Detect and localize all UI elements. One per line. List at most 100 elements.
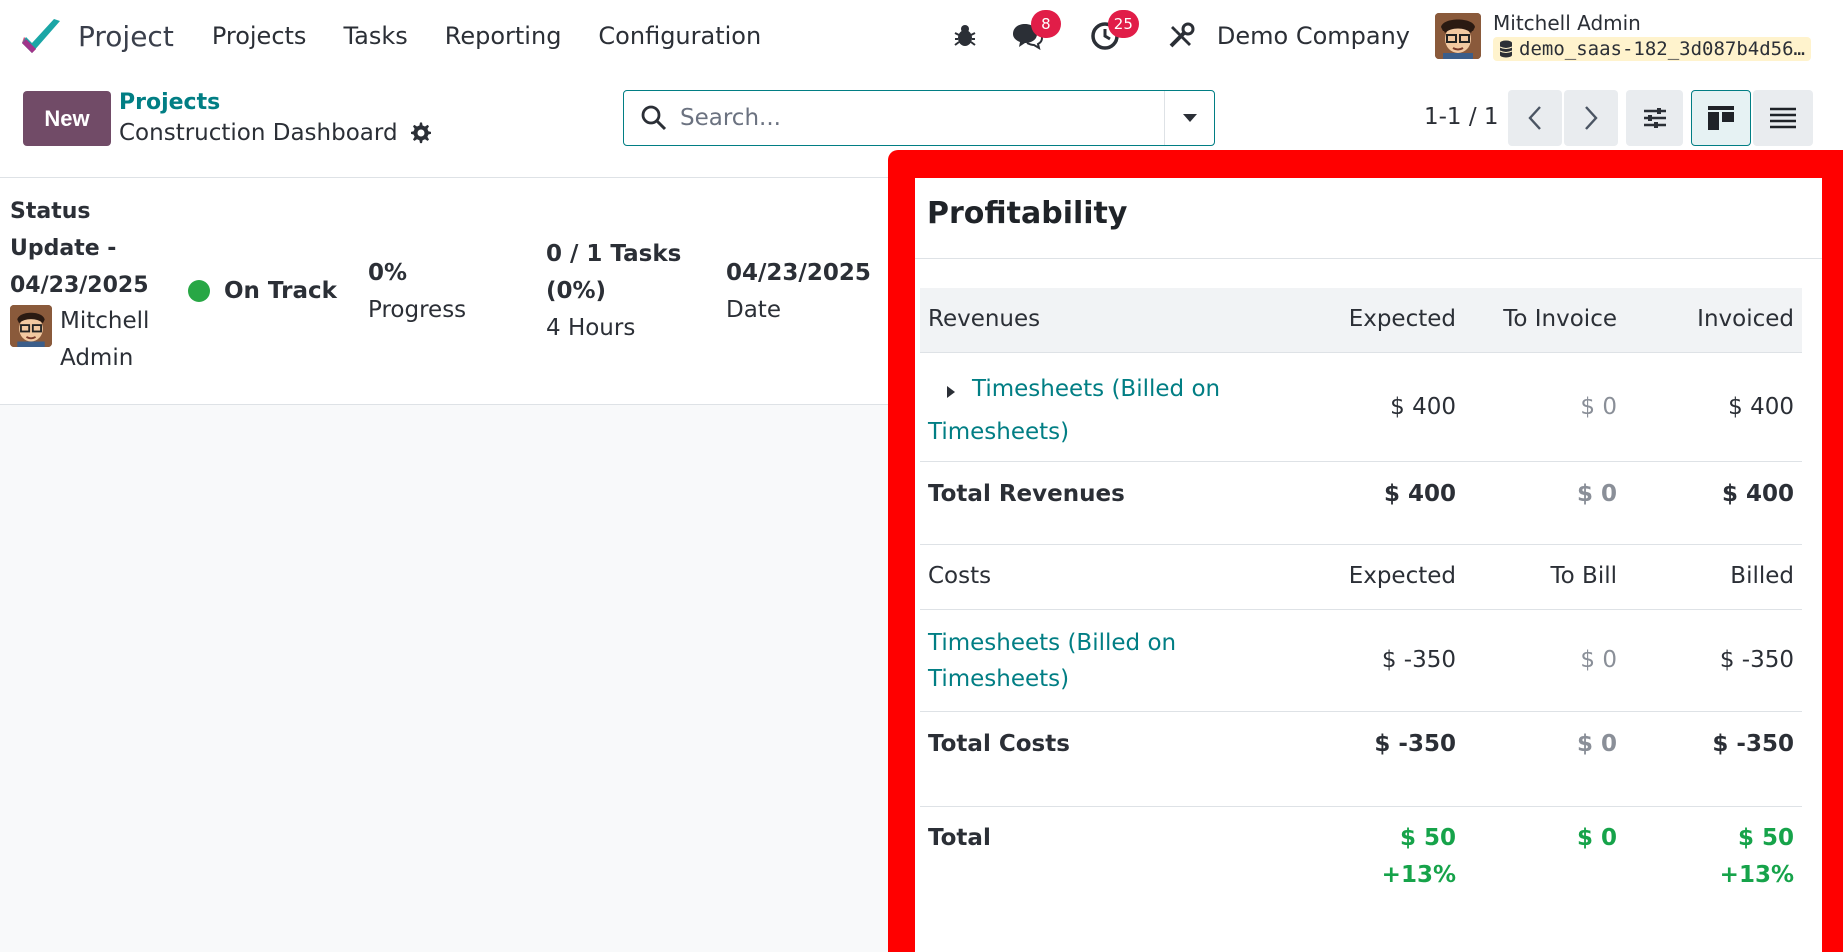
gear-icon[interactable] (410, 122, 432, 144)
revenue-to-invoice-value: $ 0 (1580, 394, 1617, 420)
grand-total-label: Total (928, 825, 991, 851)
costs-header-row: Costs Expected To Bill Billed (920, 545, 1802, 610)
grand-total-invoiced-percent: +13% (1719, 862, 1794, 888)
main-menu: Projects Tasks Reporting Configuration (212, 22, 798, 50)
total-costs-to-bill: $ 0 (1576, 731, 1617, 757)
pager-value[interactable]: 1-1 / 1 (1424, 104, 1499, 130)
progress-metric: 0% Progress (368, 255, 466, 329)
list-icon (1770, 107, 1796, 129)
sliders-icon (1643, 108, 1666, 128)
total-revenues-expected: $ 400 (1383, 481, 1456, 507)
activities-button[interactable]: 25 (1085, 10, 1139, 56)
total-costs-expected: $ -350 (1374, 731, 1456, 757)
costs-expected-header: Expected (1348, 563, 1456, 589)
date-metric: 04/23/2025 Date (726, 255, 871, 329)
company-switcher[interactable]: Demo Company (1217, 22, 1410, 50)
cost-to-bill-value: $ 0 (1580, 647, 1617, 673)
app-brand[interactable]: Project (20, 15, 174, 57)
date-label: Date (726, 297, 781, 323)
progress-label: Progress (368, 297, 467, 323)
status-update-title[interactable]: Status Update - 04/23/2025 (10, 193, 160, 304)
activities-badge: 25 (1107, 10, 1139, 38)
navbar-right: 8 25 Demo Company Mitchell Admin demo_sa… (945, 0, 1843, 72)
project-logo-icon (22, 19, 60, 53)
new-button[interactable]: New (23, 91, 111, 146)
status-badge: On Track (188, 278, 337, 304)
progress-value: 0% (368, 260, 408, 286)
cost-billed-value: $ -350 (1719, 647, 1794, 673)
view-list-button[interactable] (1753, 90, 1813, 146)
chevron-left-icon (1528, 106, 1541, 130)
costs-to-bill-header: To Bill (1550, 563, 1617, 589)
revenues-header-row: Revenues Expected To Invoice Invoiced (920, 288, 1802, 353)
search-bar (623, 90, 1215, 146)
messages-badge: 8 (1030, 10, 1061, 38)
grand-total-expected: $ 50 (1399, 825, 1456, 851)
view-kanban-button[interactable] (1691, 90, 1751, 146)
date-value: 04/23/2025 (726, 260, 871, 286)
pager-next-button[interactable] (1564, 90, 1618, 146)
author-avatar (10, 305, 52, 347)
pager-previous-button[interactable] (1508, 90, 1562, 146)
revenue-expected-value: $ 400 (1390, 394, 1456, 420)
kanban-icon (1708, 106, 1734, 130)
total-revenues-label: Total Revenues (928, 481, 1125, 507)
status-update-author: Mitchell Admin (10, 303, 160, 377)
breadcrumb-projects[interactable]: Projects (119, 90, 220, 115)
grand-total-invoiced: $ 50 (1737, 825, 1794, 851)
page-title: Construction Dashboard (119, 120, 398, 146)
revenues-to-invoice-header: To Invoice (1503, 306, 1617, 332)
total-revenues-to-invoice: $ 0 (1576, 481, 1617, 507)
revenue-invoiced-value: $ 400 (1728, 394, 1794, 420)
total-costs-row: Total Costs $ -350 $ 0 $ -350 (920, 713, 1802, 806)
tools-icon (1169, 22, 1195, 48)
project-update-summary: Status Update - 04/23/2025 Mitchell Admi… (0, 178, 888, 405)
revenues-invoiced-header: Invoiced (1697, 306, 1794, 332)
profitability-title: Profitability (927, 196, 1128, 231)
total-revenues-invoiced: $ 400 (1721, 481, 1794, 507)
grand-total-to-invoice: $ 0 (1576, 825, 1617, 851)
panel-divider (915, 258, 1822, 259)
cost-timesheets-link[interactable]: Timesheets (Billed on Timesheets) (928, 625, 1228, 697)
menu-configuration[interactable]: Configuration (598, 22, 761, 50)
profitability-panel: Profitability Revenues Expected To Invoi… (915, 178, 1822, 952)
filter-settings-button[interactable] (1626, 90, 1683, 146)
total-revenues-row: Total Revenues $ 400 $ 0 $ 400 (920, 463, 1802, 543)
caret-down-icon (1182, 114, 1197, 122)
database-name: demo_saas-182_3d087b4d56… (1519, 38, 1805, 60)
table-row[interactable]: Timesheets (Billed on Timesheets) $ -350… (920, 611, 1802, 712)
menu-projects[interactable]: Projects (212, 22, 307, 50)
search-input[interactable] (680, 98, 1160, 138)
grand-total-expected-percent: +13% (1381, 862, 1456, 888)
user-avatar (1435, 13, 1482, 59)
table-row[interactable]: Timesheets (Billed on Timesheets) $ 400 … (920, 354, 1802, 462)
status-label: On Track (224, 278, 337, 304)
search-options-toggle[interactable] (1164, 91, 1214, 145)
user-menu[interactable]: Mitchell Admin demo_saas-182_3d087b4d56… (1435, 11, 1811, 61)
messages-button[interactable]: 8 (1007, 10, 1061, 56)
breadcrumb-current: Construction Dashboard (119, 120, 432, 146)
grand-total-row: Total $ 50 +13% $ 0 $ 50 +13% (920, 807, 1802, 917)
revenues-header: Revenues (928, 306, 1041, 332)
status-dot-icon (188, 280, 210, 302)
menu-reporting[interactable]: Reporting (445, 22, 562, 50)
settings-tools-button[interactable] (1161, 16, 1201, 56)
hours-value: 4 Hours (546, 315, 636, 341)
database-tag: demo_saas-182_3d087b4d56… (1493, 37, 1811, 61)
database-icon (1499, 40, 1513, 58)
bug-icon (954, 25, 976, 46)
search-icon (641, 105, 667, 131)
costs-header: Costs (928, 563, 992, 589)
user-info: Mitchell Admin demo_saas-182_3d087b4d56… (1493, 11, 1811, 61)
user-name: Mitchell Admin (1493, 11, 1641, 35)
total-costs-billed: $ -350 (1712, 731, 1794, 757)
top-navbar: Project Projects Tasks Reporting Configu… (0, 0, 1843, 72)
tasks-metric: 0 / 1 Tasks (0%) 4 Hours (546, 236, 686, 347)
costs-billed-header: Billed (1730, 563, 1794, 589)
app-name: Project (78, 19, 174, 53)
menu-tasks[interactable]: Tasks (343, 22, 407, 50)
debug-button[interactable] (945, 16, 985, 56)
total-costs-label: Total Costs (928, 731, 1070, 757)
revenue-timesheets-link[interactable]: Timesheets (Billed on Timesheets) (928, 368, 1258, 454)
chevron-right-icon (1585, 106, 1598, 130)
